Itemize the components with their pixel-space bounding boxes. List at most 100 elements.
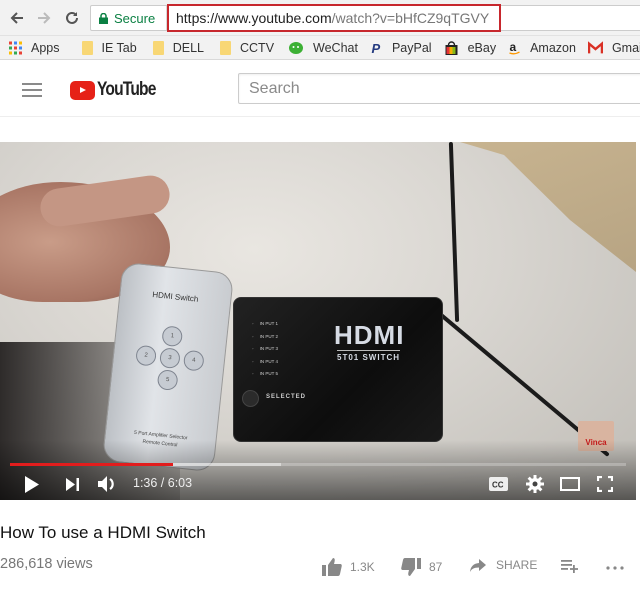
wechat-icon [289, 41, 304, 54]
url-host: https://www.youtube.com [176, 10, 332, 26]
remote-button: 3 [158, 347, 181, 370]
youtube-header: YouTube Search [0, 61, 640, 117]
captions-button[interactable]: CC [489, 477, 508, 491]
url-path: /watch?v=bHfCZ9qTGVY [331, 10, 490, 26]
apps-grid-icon [9, 41, 22, 54]
hamburger-icon [22, 83, 42, 85]
fullscreen-icon [597, 476, 613, 492]
bookmark-wechat[interactable]: WeChat [288, 41, 358, 55]
youtube-logo[interactable]: YouTube [70, 79, 168, 101]
forward-button[interactable] [33, 7, 55, 29]
bookmark-label: DELL [172, 40, 204, 55]
video-player[interactable]: HDMI Switch 1 2 3 4 5 5 Port Amplifier S… [0, 142, 636, 500]
bookmark-ebay[interactable]: eBay [444, 40, 497, 55]
bookmark-label: WeChat [313, 40, 358, 55]
thumbs-down-icon [401, 558, 421, 576]
remote-button: 5 [156, 369, 179, 392]
skip-next-icon [66, 478, 79, 491]
like-count: 1.3K [350, 560, 375, 574]
video-title: How To use a HDMI Switch [0, 523, 206, 542]
gear-icon [526, 475, 544, 493]
reload-icon [66, 11, 78, 24]
bookmark-cctv[interactable]: CCTV [220, 40, 275, 55]
remote-button: 2 [135, 344, 158, 367]
dislike-count: 87 [429, 560, 443, 574]
amazon-icon: a [509, 41, 520, 54]
bookmark-label: Amazon [530, 40, 576, 55]
progress-bar[interactable] [10, 463, 626, 466]
switch-select-button [242, 390, 259, 407]
view-count: 286,618 views [0, 556, 93, 572]
volume-icon [98, 476, 114, 492]
switch-input-label: IN PUT 4 [252, 356, 278, 369]
theater-mode-button[interactable] [560, 477, 580, 491]
remote-button: 4 [182, 349, 205, 372]
bookmark-label: CCTV [240, 40, 275, 55]
more-actions-button[interactable] [606, 566, 624, 570]
url-field[interactable]: https://www.youtube.com/watch?v=bHfCZ9qT… [167, 4, 501, 32]
switch-input-label: IN PUT 3 [252, 343, 278, 356]
hamburger-icon-line [22, 89, 42, 91]
folder-icon [81, 40, 93, 55]
bookmark-label: Apps [31, 40, 60, 55]
switch-inputs: IN PUT 1 IN PUT 2 IN PUT 3 IN PUT 4 IN P… [252, 318, 278, 381]
switch-input-label: IN PUT 1 [252, 318, 278, 331]
youtube-logo-text: YouTube [97, 79, 156, 100]
hdmi-subtitle: 5T01 SWITCH [337, 350, 401, 362]
secure-label: Secure [114, 10, 156, 26]
switch-input-label: IN PUT 2 [252, 331, 278, 344]
bookmark-label: IE Tab [101, 40, 137, 55]
folder-icon [152, 40, 164, 55]
address-bar[interactable]: Secure https://www.youtube.com/watch?v=b… [90, 4, 640, 32]
paypal-icon: P [371, 41, 380, 55]
volume-button[interactable] [98, 475, 118, 493]
ebay-icon [445, 40, 458, 55]
svg-text:a: a [510, 41, 517, 54]
bookmark-paypal[interactable]: P PayPal [370, 41, 431, 55]
dislike-button[interactable]: 87 [401, 558, 442, 576]
remote-title: HDMI Switch [151, 289, 199, 304]
security-indicator[interactable]: Secure [91, 6, 167, 30]
browser-toolbar: Secure https://www.youtube.com/watch?v=b… [0, 0, 640, 36]
play-button[interactable] [24, 476, 40, 493]
folder-icon [220, 40, 231, 55]
lock-icon [99, 12, 108, 24]
share-label: SHARE [496, 558, 538, 572]
time-display: 1:36 / 6:03 [133, 476, 193, 490]
settings-button[interactable] [526, 475, 544, 493]
menu-button[interactable] [22, 83, 42, 97]
theater-mode-icon [560, 477, 580, 491]
gmail-icon [587, 40, 603, 53]
back-button[interactable] [6, 7, 28, 29]
captions-icon: CC [489, 477, 508, 491]
next-button[interactable] [66, 478, 80, 491]
bookmark-label: Gmail [611, 40, 640, 55]
fullscreen-button[interactable] [597, 476, 613, 492]
video-frame-hdmi-switch: IN PUT 1 IN PUT 2 IN PUT 3 IN PUT 4 IN P… [233, 297, 443, 442]
youtube-play-icon [70, 80, 95, 100]
switch-selected-label: SELECTED [266, 394, 307, 400]
hamburger-icon-line [22, 95, 42, 97]
bookmark-ie-tab[interactable]: IE Tab [81, 40, 137, 55]
add-to-playlist-button[interactable] [561, 560, 579, 573]
search-placeholder: Search [249, 79, 300, 97]
share-button[interactable]: SHARE [470, 558, 537, 572]
share-arrow-icon [470, 558, 486, 572]
svg-text:P: P [371, 41, 380, 55]
bookmark-gmail[interactable]: Gmail [587, 40, 640, 55]
switch-input-label: IN PUT 5 [252, 368, 278, 381]
bookmark-dell[interactable]: DELL [152, 40, 204, 55]
reload-button[interactable] [61, 7, 83, 29]
player-controls: 1:36 / 6:03 CC [0, 470, 636, 498]
forward-arrow-icon [38, 12, 51, 24]
more-horizontal-icon [606, 566, 624, 570]
svg-text:CC: CC [492, 481, 504, 490]
back-arrow-icon [10, 12, 23, 24]
bookmarks-bar: Apps IE Tab DELL CCTV WeChat P PayPal eB… [0, 36, 640, 60]
bookmark-amazon[interactable]: a Amazon [508, 41, 576, 55]
bookmark-label: eBay [467, 40, 497, 55]
remote-button: 1 [161, 325, 184, 348]
search-input[interactable]: Search [238, 73, 640, 104]
like-button[interactable]: 1.3K [322, 558, 375, 576]
bookmark-apps[interactable]: Apps [9, 41, 60, 55]
